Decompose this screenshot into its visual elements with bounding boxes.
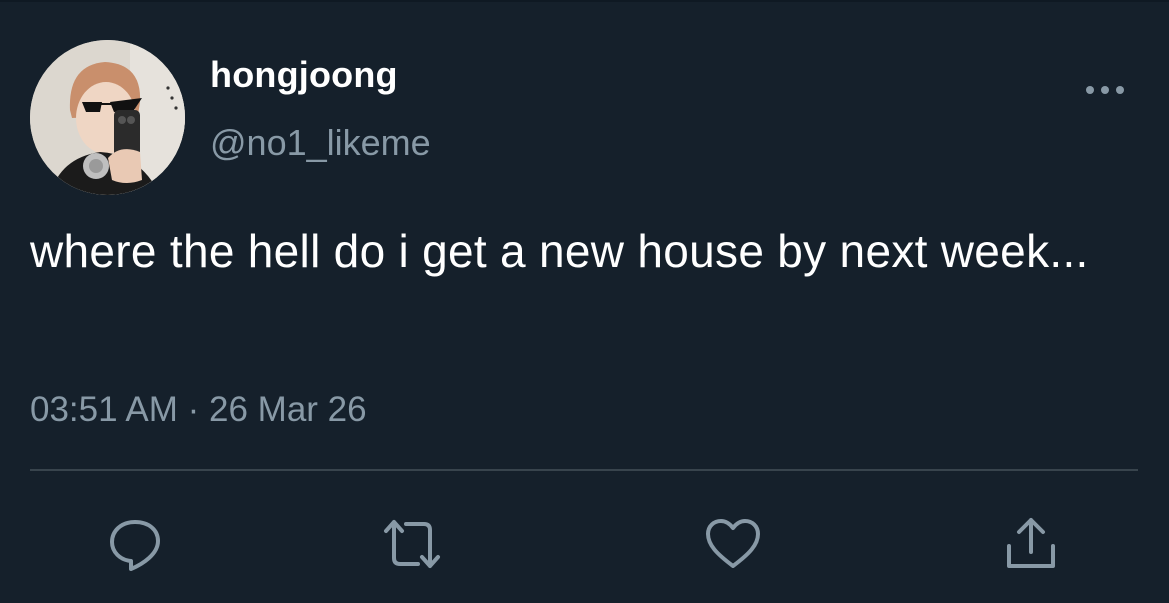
avatar[interactable]: [30, 40, 185, 195]
reply-icon: [110, 520, 160, 571]
tweet-time: 03:51 AM: [30, 390, 178, 429]
like-button[interactable]: [703, 514, 763, 574]
share-button[interactable]: [1001, 514, 1061, 574]
retweet-icon: [384, 520, 440, 568]
user-handle[interactable]: @no1_likeme: [210, 122, 431, 164]
tweet-date: 26 Mar 26: [209, 390, 367, 429]
display-name[interactable]: hongjoong: [210, 54, 398, 96]
tweet-text: where the hell do i get a new house by n…: [30, 225, 1089, 277]
tweet-card: hongjoong @no1_likeme where the hell do …: [0, 0, 1169, 603]
divider: [30, 469, 1138, 471]
heart-icon: [706, 519, 760, 568]
more-options-icon[interactable]: [1082, 80, 1128, 100]
reply-button[interactable]: [105, 514, 165, 574]
tweet-timestamp[interactable]: 03:51 AM · 26 Mar 26: [30, 390, 367, 430]
share-icon: [1007, 518, 1055, 568]
retweet-button[interactable]: [382, 514, 442, 574]
timestamp-separator: ·: [187, 390, 200, 429]
